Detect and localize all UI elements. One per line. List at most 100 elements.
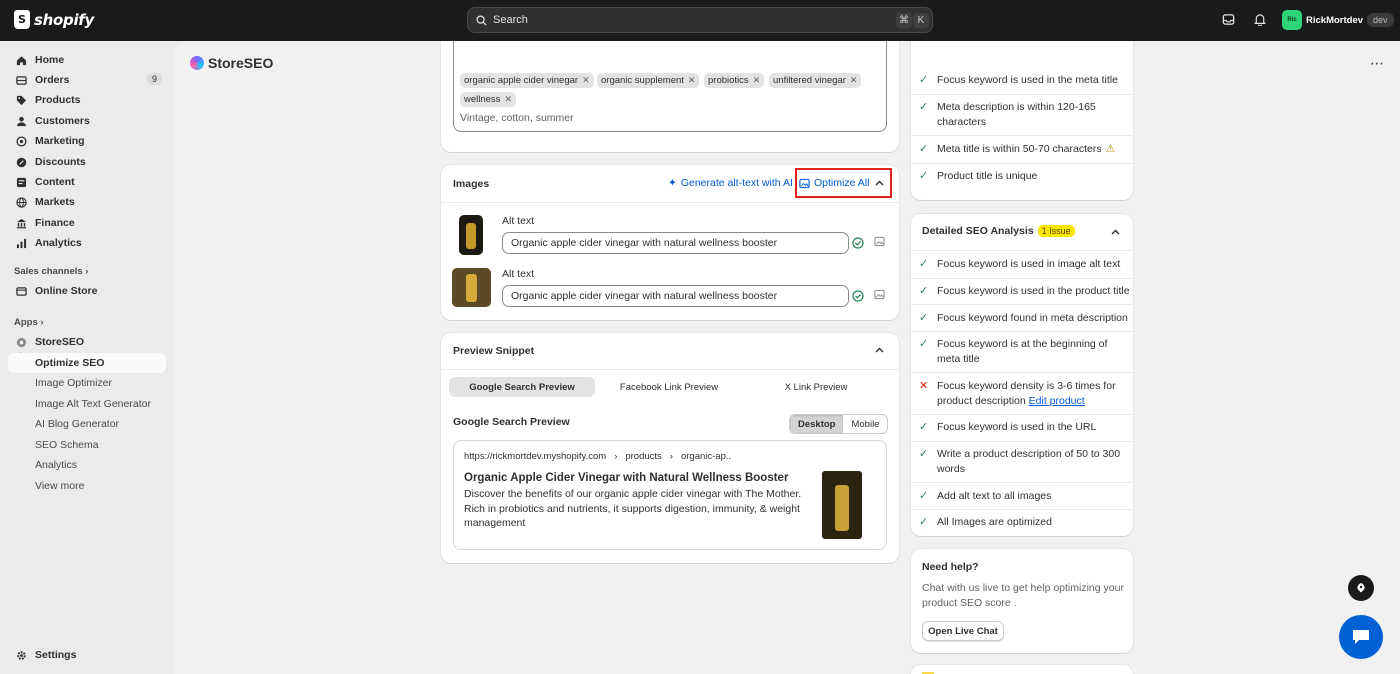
sidebar-item-finance[interactable]: Finance [8, 213, 166, 233]
check-icon: ✓ [919, 421, 929, 433]
divider [911, 372, 1133, 373]
sidebar-subitem-analytics[interactable]: Analytics [8, 455, 166, 475]
seo-check-item: ✓ Focus keyword is at the beginning of me… [911, 337, 1133, 366]
divider [911, 331, 1133, 332]
check-icon: ✓ [919, 448, 929, 460]
orders-count-badge: 9 [146, 73, 162, 85]
bank-icon [16, 218, 27, 229]
sidebar-item-customers[interactable]: Customers [8, 111, 166, 131]
content-icon [16, 177, 27, 188]
image-compress-icon[interactable] [874, 236, 885, 247]
sidebar-subitem-alt-text-generator[interactable]: Image Alt Text Generator [8, 394, 166, 414]
sidebar-item-label: Markets [35, 196, 75, 208]
check-icon: ✓ [919, 312, 929, 324]
sidebar-subitem-optimize-seo[interactable]: Optimize SEO [8, 353, 166, 373]
chevron-up-icon[interactable] [1111, 229, 1120, 235]
breadcrumb-segment: organic-ap.. [680, 451, 732, 462]
tags-placeholder: Vintage, cotton, summer [460, 112, 574, 124]
store-icon [16, 286, 27, 297]
chat-icon [1353, 630, 1369, 644]
sidebar-item-home[interactable]: Home [8, 50, 166, 70]
person-icon [16, 116, 27, 127]
divider [911, 250, 1133, 251]
close-icon[interactable]: ✕ [850, 75, 858, 86]
feedback-fab[interactable] [1348, 575, 1374, 601]
sidebar-subitem-seo-schema[interactable]: SEO Schema [8, 435, 166, 455]
sales-channels-section[interactable]: Sales channels › [14, 266, 88, 277]
sidebar-item-content[interactable]: Content [8, 172, 166, 192]
sidebar-item-orders[interactable]: Orders 9 [8, 70, 166, 90]
generate-alt-text-label: Generate alt-text with AI [680, 177, 793, 189]
sales-channels-label: Sales channels [14, 266, 83, 277]
chevron-right-icon: › [85, 266, 89, 277]
seo-check-item: ✓ Write a product description of 50 to 30… [911, 447, 1133, 476]
detailed-seo-card: Detailed SEO Analysis 1 Issue ✓ Focus key… [911, 214, 1133, 536]
sidebar-item-label: Products [35, 94, 81, 106]
sidebar-item-storeseo[interactable]: StoreSEO [8, 332, 166, 352]
sidebar-item-label: Home [35, 54, 65, 66]
bell-icon[interactable] [1254, 13, 1266, 26]
sidebar-item-online-store[interactable]: Online Store [8, 281, 166, 301]
tab-x-link-preview[interactable]: X Link Preview [743, 377, 889, 397]
chevron-up-icon[interactable] [875, 180, 884, 186]
snippet-description: Discover the benefits of our organic app… [464, 488, 802, 529]
close-icon[interactable]: ✕ [753, 75, 761, 86]
alt-text-input[interactable]: Organic apple cider vinegar with natural… [502, 285, 849, 307]
detailed-seo-title-text: Detailed SEO Analysis [922, 225, 1034, 237]
seo-check-item: ✓ Focus keyword is used in image alt text [911, 257, 1133, 272]
edit-product-link[interactable]: Edit product [1029, 395, 1085, 407]
divider [911, 441, 1133, 442]
sidebar-subitem-view-more[interactable]: View more [8, 476, 166, 496]
chevron-up-icon[interactable] [875, 347, 884, 353]
sidebar-subitem-ai-blog-generator[interactable]: AI Blog Generator [8, 414, 166, 434]
alt-text-input[interactable]: Organic apple cider vinegar with natural… [502, 232, 849, 254]
seo-check-item: ✓ Focus keyword found in meta description [911, 311, 1133, 326]
divider [911, 509, 1133, 510]
sidebar-item-label: Orders [35, 74, 70, 86]
user-menu[interactable]: Ric RickMortdev dev [1282, 10, 1394, 30]
seo-check-item: ✓ All Images are optimized [911, 515, 1133, 530]
sidebar-item-markets[interactable]: Markets [8, 192, 166, 212]
tag-chip: unfiltered vinegar ✕ [769, 73, 862, 88]
shopify-logo[interactable]: shopify [14, 10, 94, 29]
close-icon[interactable]: ✕ [504, 94, 512, 105]
sidebar-item-marketing[interactable]: Marketing [8, 131, 166, 151]
apps-section[interactable]: Apps › [14, 317, 44, 328]
close-icon[interactable]: ✕ [582, 75, 590, 86]
sidebar-item-label: Discounts [35, 156, 86, 168]
tab-facebook-link-preview[interactable]: Facebook Link Preview [595, 377, 743, 397]
tags-input[interactable]: organic apple cider vinegar ✕ organic sup… [453, 41, 887, 132]
optimize-all-button[interactable]: Optimize All [799, 177, 869, 189]
shopify-bag-icon [14, 10, 30, 29]
issue-badge: 1 Issue [1037, 225, 1075, 237]
sidebar-subitem-image-optimizer[interactable]: Image Optimizer [8, 373, 166, 393]
alt-text-label: Alt text [502, 215, 535, 227]
search-icon [476, 14, 487, 26]
search-bar[interactable]: Search ⌘ K [467, 7, 933, 33]
live-chat-fab[interactable] [1339, 615, 1383, 659]
preview-snippet-card: Preview Snippet Google Search Preview Fa… [441, 333, 899, 563]
sidebar-item-settings[interactable]: Settings [8, 645, 166, 665]
divider [911, 135, 1133, 136]
breadcrumb: https://rickmortdev.myshopify.com › prod… [464, 451, 731, 462]
generate-alt-text-button[interactable]: ✦ Generate alt-text with AI [668, 177, 793, 189]
more-actions-icon[interactable]: ⋯ [1370, 55, 1384, 72]
globe-icon [16, 196, 27, 208]
close-icon[interactable]: ✕ [688, 75, 696, 86]
open-live-chat-button[interactable]: Open Live Chat [922, 621, 1004, 641]
seo-check-item: ✕ Focus keyword density is 3-6 times for … [911, 379, 1133, 408]
chevron-right-icon: › [669, 451, 673, 462]
top-bar: shopify Search ⌘ K Ric RickMortdev dev [0, 0, 1400, 41]
orders-icon [16, 75, 27, 86]
sidebar-item-analytics[interactable]: Analytics [8, 233, 166, 253]
desktop-button[interactable]: Desktop [790, 415, 844, 433]
inbox-icon[interactable] [1222, 13, 1235, 26]
sidebar-item-discounts[interactable]: Discounts [8, 152, 166, 172]
check-circle-icon [852, 290, 864, 302]
mobile-button[interactable]: Mobile [843, 415, 887, 433]
image-compress-icon[interactable] [874, 289, 885, 300]
seo-check-text: Focus keyword is used in the meta title [937, 74, 1118, 86]
divider [911, 414, 1133, 415]
sidebar-item-products[interactable]: Products [8, 90, 166, 110]
tab-google-search-preview[interactable]: Google Search Preview [449, 377, 595, 397]
